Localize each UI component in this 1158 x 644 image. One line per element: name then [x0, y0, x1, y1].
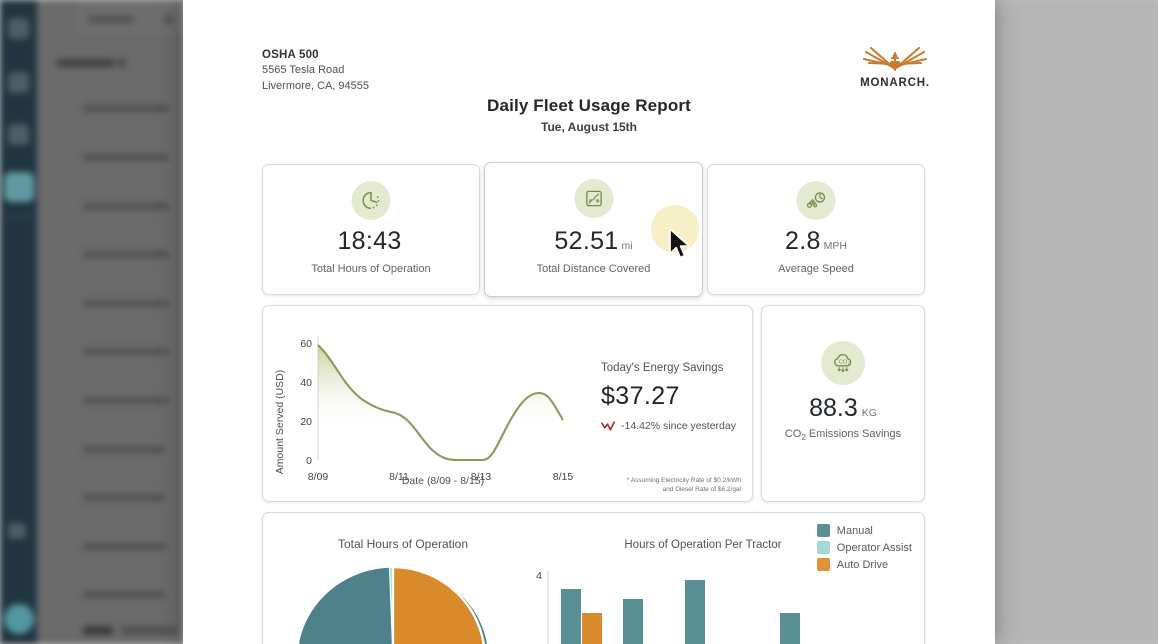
co2-value: 88.3: [809, 394, 858, 422]
bar-manual: [780, 613, 800, 644]
trend-down-icon: [601, 421, 615, 431]
energy-savings-title: Today's Energy Savings: [601, 362, 724, 374]
energy-summary: Today's Energy Savings $37.27 -14.42% si…: [601, 362, 751, 432]
energy-delta-text: -14.42% since yesterday: [621, 420, 736, 432]
legend-swatch-icon: [816, 524, 830, 537]
svg-text:CO: CO: [839, 359, 848, 365]
co2-label-post: Emissions Savings: [805, 428, 902, 440]
company-address-line-1: 5565 Tesla Road: [262, 64, 345, 76]
co2-label: CO2 Emissions Savings: [762, 428, 924, 442]
energy-savings-amount: $37.27: [601, 382, 680, 410]
legend-swatch-icon: [816, 541, 830, 554]
legend-item-operator-assist[interactable]: Operator Assist: [816, 541, 912, 554]
kpi-value: 18:43: [337, 227, 402, 255]
energy-savings-area-chart: Amount Served (USD) 60 40 20 0 8/09 8/11…: [274, 336, 573, 483]
y-tick-40: 40: [300, 377, 312, 389]
speed-icon: [806, 192, 826, 208]
legend-item-manual[interactable]: Manual: [816, 524, 912, 537]
co2-cloud-icon: CO 2: [834, 353, 852, 373]
monarch-butterfly-logo-icon: [862, 46, 928, 72]
brand-logo: MONARCH.: [855, 44, 935, 89]
energy-delta: -14.42% since yesterday: [601, 420, 751, 432]
bar-manual: [561, 589, 581, 644]
page-subtitle: Tue, August 15th: [541, 120, 637, 134]
operation-breakdown-card[interactable]: Total Hours of Operation Hours of Operat…: [262, 512, 925, 644]
kpi-value: 2.8: [785, 227, 821, 255]
mouse-cursor: [669, 228, 690, 259]
kpi-value-row: 2.8 MPH: [708, 227, 924, 256]
bar-chart-title: Hours of Operation Per Tractor: [624, 539, 782, 551]
bar-auto-drive: [582, 613, 602, 644]
x-axis-label: Date (8/09 - 8/15): [401, 475, 485, 487]
chart-legend: Manual Operator Assist Auto Drive: [816, 524, 912, 575]
kpi-unit: MPH: [823, 240, 847, 252]
footnote-line-2: and Diesel Rate of $6.2/gal: [662, 486, 741, 493]
bar-group: [561, 580, 800, 644]
kpi-label: Total Hours of Operation: [311, 263, 431, 275]
legend-item-auto-drive[interactable]: Auto Drive: [816, 558, 912, 571]
clock-icon: [362, 191, 380, 210]
hours-per-tractor-bar-chart: Hours 4 2: [536, 570, 800, 644]
co2-label-pre: CO: [784, 428, 802, 440]
kpi-value: 52.51: [554, 227, 619, 255]
legend-label: Auto Drive: [836, 558, 889, 571]
kpi-card-total-hours[interactable]: 18:43 Total Hours of Operation: [262, 164, 480, 295]
y-tick-60: 60: [300, 338, 312, 350]
company-address-line-2: Livermore, CA, 94555: [262, 79, 369, 92]
company-info: OSHA 500 5565 Tesla Road Livermore, CA, …: [262, 48, 369, 94]
footnote-line-1: * Assuming Electricity Rate of $0.2/kWh: [626, 477, 741, 484]
y-tick-20: 20: [300, 416, 312, 428]
kpi-card-average-speed[interactable]: 2.8 MPH Average Speed: [707, 164, 925, 295]
co2-unit: KG: [861, 407, 877, 419]
kpi-label: Average Speed: [778, 263, 854, 275]
kpi-icon-badge: [574, 179, 613, 218]
total-hours-pie-chart: [297, 565, 489, 644]
co2-emissions-savings-card[interactable]: CO 2 88.3 KG CO2 Emissions Savings: [761, 305, 925, 502]
energy-savings-card[interactable]: Amount Served (USD) 60 40 20 0 8/09 8/11…: [262, 305, 753, 502]
page-title: Daily Fleet Usage Report: [487, 96, 691, 115]
y-axis-label: Amount Served (USD): [274, 370, 286, 474]
legend-swatch-icon: [816, 558, 830, 571]
bar-manual: [623, 599, 643, 644]
kpi-unit: mi: [621, 240, 633, 252]
kpi-icon-badge: [796, 181, 836, 220]
kpi-icon-badge: [351, 181, 391, 220]
legend-label: Operator Assist: [836, 541, 912, 554]
company-name: OSHA 500: [262, 49, 319, 61]
co2-value-row: 88.3 KG: [762, 394, 924, 423]
y-tick-4: 4: [536, 570, 542, 582]
y-tick-0: 0: [306, 455, 312, 467]
co2-icon-badge: CO 2: [821, 341, 865, 385]
daily-fleet-usage-report-modal: OSHA 500 5565 Tesla Road Livermore, CA, …: [183, 0, 995, 644]
field-map-icon: [585, 190, 602, 207]
legend-label: Manual: [836, 524, 873, 537]
bar-manual: [685, 580, 705, 644]
energy-footnote: * Assuming Electricity Rate of $0.2/kWh …: [551, 476, 741, 494]
kpi-label: Total Distance Covered: [536, 263, 651, 275]
brand-logo-text: MONARCH.: [860, 77, 930, 89]
kpi-value-row: 18:43: [263, 227, 479, 256]
